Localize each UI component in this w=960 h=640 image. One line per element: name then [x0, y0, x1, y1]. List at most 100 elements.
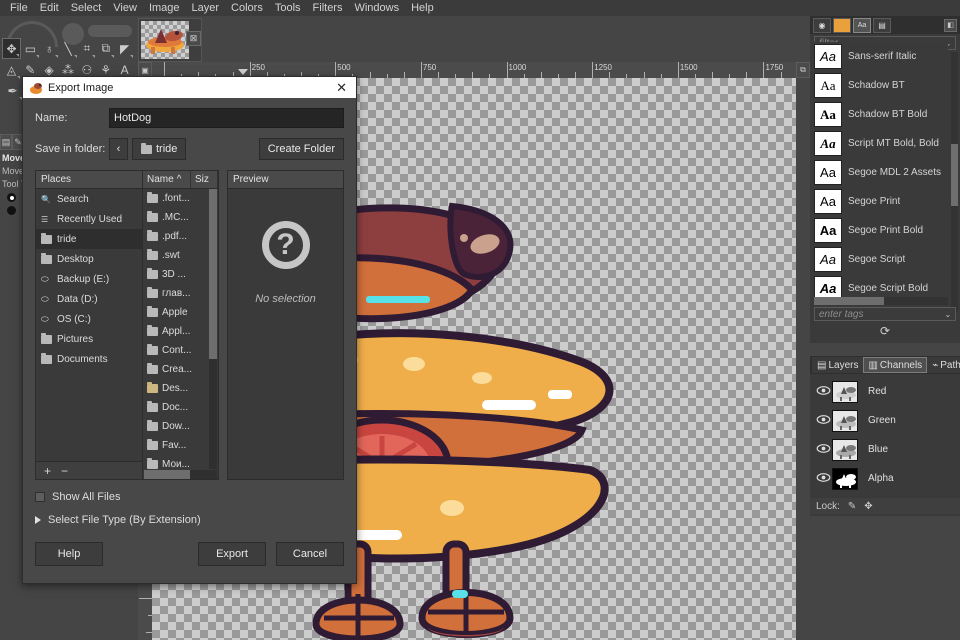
place-item-desktop[interactable]: Desktop: [36, 249, 142, 269]
color-picker-tool[interactable]: ✒: [2, 80, 23, 101]
place-item-data-d[interactable]: ⬭Data (D:): [36, 289, 142, 309]
channel-list[interactable]: RedGreenBlueAlpha: [810, 374, 960, 493]
file-list-item[interactable]: Crea...: [143, 360, 218, 379]
places-list[interactable]: 🔍Search☰Recently UsedtrideDesktop⬭Backup…: [36, 189, 142, 461]
eye-visibility-icon[interactable]: [814, 473, 832, 485]
paths-tab[interactable]: ⌁Paths: [927, 357, 960, 373]
menu-item-view[interactable]: View: [107, 0, 143, 16]
crop-tool[interactable]: ⌗: [78, 38, 97, 59]
file-list-scrollbar[interactable]: [209, 189, 217, 469]
menu-item-tools[interactable]: Tools: [269, 0, 307, 16]
close-image-tab-button[interactable]: ⊠: [186, 31, 201, 46]
alignment-tool[interactable]: ⧉: [96, 38, 115, 59]
file-list-item[interactable]: Fav...: [143, 436, 218, 455]
font-tags-input[interactable]: enter tags ⌄: [814, 307, 956, 321]
hotdog-image-thumbnail[interactable]: [141, 21, 189, 59]
expander-icon[interactable]: [35, 516, 41, 524]
place-item-recently-used[interactable]: ☰Recently Used: [36, 209, 142, 229]
channel-row-alpha[interactable]: Alpha: [810, 464, 960, 493]
font-list-item[interactable]: AaSegoe Print: [814, 187, 948, 216]
file-list-item[interactable]: Apple: [143, 303, 218, 322]
file-list-item[interactable]: Cont...: [143, 341, 218, 360]
file-list-item[interactable]: Doc...: [143, 398, 218, 417]
paths-tool[interactable]: ╲: [59, 38, 78, 59]
column-header-name[interactable]: Name ^: [143, 171, 191, 188]
column-header-size[interactable]: Siz: [191, 171, 218, 188]
font-list-item[interactable]: AaScript MT Bold, Bold: [814, 129, 948, 158]
font-list-item[interactable]: AaSegoe Print Bold: [814, 216, 948, 245]
place-item-documents[interactable]: Documents: [36, 349, 142, 369]
font-list-item[interactable]: AaSegoe Script: [814, 245, 948, 274]
name-input[interactable]: HotDog: [109, 108, 344, 128]
menu-item-filters[interactable]: Filters: [307, 0, 349, 16]
file-list-item[interactable]: Des...: [143, 379, 218, 398]
menu-item-file[interactable]: File: [4, 0, 34, 16]
move-tool[interactable]: ✥: [2, 38, 21, 59]
place-item-os-c[interactable]: ⬭OS (C:): [36, 309, 142, 329]
channel-row-blue[interactable]: Blue: [810, 435, 960, 464]
file-list-item[interactable]: глав...: [143, 284, 218, 303]
menu-item-image[interactable]: Image: [143, 0, 186, 16]
export-button[interactable]: Export: [198, 542, 266, 566]
font-list-scrollbar[interactable]: [951, 52, 958, 312]
blend-tool[interactable]: ◬: [2, 59, 21, 80]
file-list-item[interactable]: Dow...: [143, 417, 218, 436]
add-place-button[interactable]: +: [44, 464, 51, 478]
font-list-item[interactable]: AaSchadow BT: [814, 71, 948, 100]
file-list-item[interactable]: 3D ...: [143, 265, 218, 284]
file-list-item[interactable]: .pdf...: [143, 227, 218, 246]
font-list-item[interactable]: AaSans-serif Italic: [814, 42, 948, 71]
layers-tab[interactable]: ▤Layers: [812, 357, 863, 373]
menu-item-colors[interactable]: Colors: [225, 0, 269, 16]
channels-tab[interactable]: ▥Channels: [863, 357, 927, 373]
menu-item-help[interactable]: Help: [405, 0, 440, 16]
menu-item-layer[interactable]: Layer: [186, 0, 226, 16]
eye-visibility-icon[interactable]: [814, 386, 832, 398]
tool-options-tab[interactable]: ▤: [0, 134, 12, 150]
move-selection-radio[interactable]: [7, 206, 16, 215]
font-list-item[interactable]: AaSchadow BT Bold: [814, 100, 948, 129]
menu-item-select[interactable]: Select: [65, 0, 108, 16]
free-select-tool[interactable]: ♁: [40, 38, 59, 59]
place-item-pictures[interactable]: Pictures: [36, 329, 142, 349]
menu-item-windows[interactable]: Windows: [348, 0, 405, 16]
create-folder-button[interactable]: Create Folder: [259, 138, 344, 160]
place-item-search[interactable]: 🔍Search: [36, 189, 142, 209]
dock-menu-button[interactable]: ◧: [944, 19, 957, 32]
lock-position-icon[interactable]: ✥: [864, 501, 872, 512]
path-back-button[interactable]: ‹: [109, 138, 128, 160]
place-item-tride[interactable]: tride: [36, 229, 142, 249]
brushes-tab[interactable]: ◉: [813, 18, 831, 33]
help-button[interactable]: Help: [35, 542, 103, 566]
bucket-fill-tool[interactable]: ◤: [115, 38, 134, 59]
eye-visibility-icon[interactable]: [814, 415, 832, 427]
show-all-files-row[interactable]: Show All Files: [35, 491, 344, 503]
file-list-item[interactable]: .font...: [143, 189, 218, 208]
menu-item-edit[interactable]: Edit: [34, 0, 65, 16]
gradients-tab[interactable]: [833, 18, 851, 33]
channel-row-red[interactable]: Red: [810, 377, 960, 406]
cancel-button[interactable]: Cancel: [276, 542, 344, 566]
fonts-tab[interactable]: Aa: [853, 18, 871, 33]
font-list-hscrollbar[interactable]: [814, 297, 948, 305]
file-list-item[interactable]: .MC...: [143, 208, 218, 227]
file-list-hscrollbar[interactable]: [144, 470, 217, 479]
font-list-item[interactable]: AaSegoe MDL 2 Assets: [814, 158, 948, 187]
font-list[interactable]: AaSans-serif ItalicAaSchadow BTAaSchadow…: [814, 42, 948, 302]
channel-row-green[interactable]: Green: [810, 406, 960, 435]
file-rows[interactable]: .font....MC....pdf....swt3D ...глав...Ap…: [143, 189, 218, 479]
path-button-tride[interactable]: tride: [132, 138, 186, 160]
refresh-fonts-button[interactable]: ⟳: [810, 323, 960, 339]
eye-visibility-icon[interactable]: [814, 444, 832, 456]
file-list-item[interactable]: .swt: [143, 246, 218, 265]
zoom-image-button[interactable]: ⧉: [796, 62, 810, 78]
remove-place-button[interactable]: −: [61, 464, 68, 478]
file-list-item[interactable]: Appl...: [143, 322, 218, 341]
rectangle-select-tool[interactable]: ▭: [21, 38, 40, 59]
show-all-files-checkbox[interactable]: [35, 492, 45, 502]
select-file-type-row[interactable]: Select File Type (By Extension): [35, 514, 344, 526]
place-item-backup-e[interactable]: ⬭Backup (E:): [36, 269, 142, 289]
lock-pixels-icon[interactable]: ✎: [848, 501, 856, 512]
move-layer-radio[interactable]: [7, 193, 16, 202]
documents-tab[interactable]: ▤: [873, 18, 891, 33]
